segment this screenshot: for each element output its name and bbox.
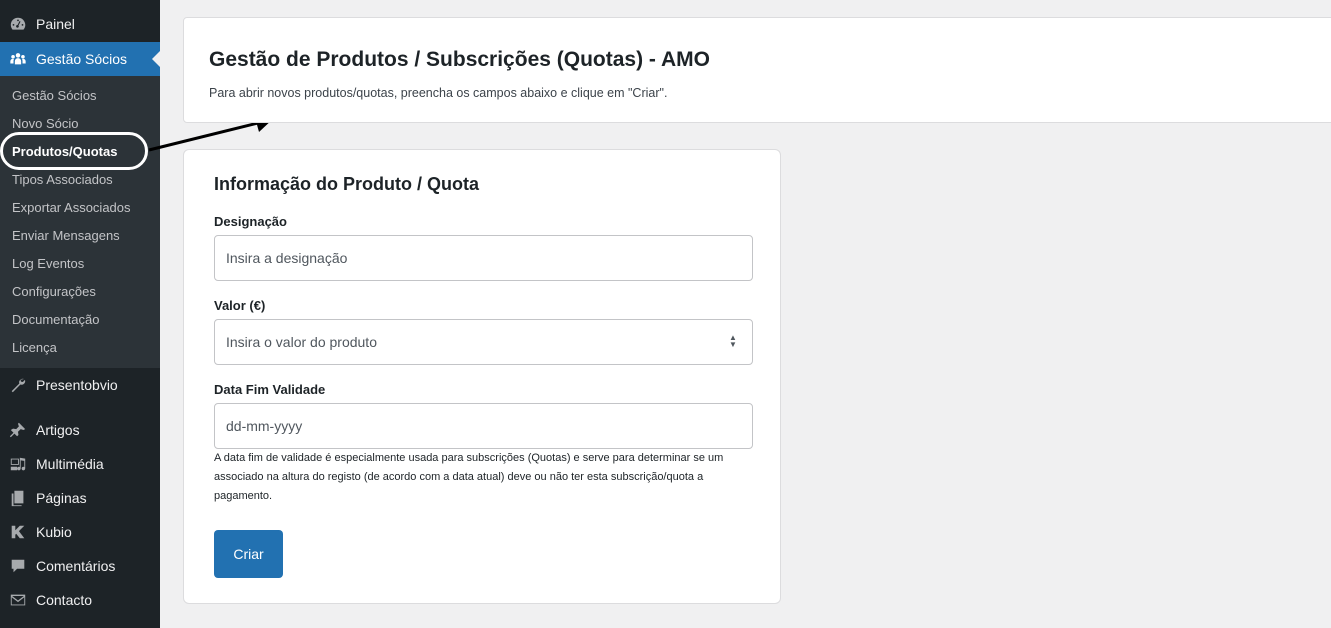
menu-item-label: Comentários xyxy=(36,558,116,574)
dashboard-icon xyxy=(0,15,36,33)
menu-item-gestao-socios[interactable]: Gestão Sócios xyxy=(0,42,160,76)
create-button[interactable]: Criar xyxy=(214,530,283,578)
pages-icon xyxy=(0,489,36,507)
number-spinner-icon[interactable]: ▲ ▼ xyxy=(729,334,737,349)
submenu-gestao-socios: Gestão Sócios Novo Sócio Produtos/Quotas… xyxy=(0,76,160,368)
kubio-icon xyxy=(0,523,36,541)
groups-icon xyxy=(0,50,36,68)
designacao-input[interactable] xyxy=(214,235,753,281)
submenu-item-novo-socio[interactable]: Novo Sócio xyxy=(12,114,78,134)
submenu-item-log-eventos[interactable]: Log Eventos xyxy=(12,254,84,274)
menu-item-label: Contacto xyxy=(36,592,93,608)
menu-item-label: Multimédia xyxy=(36,456,104,472)
submenu-item-tipos-associados[interactable]: Tipos Associados xyxy=(12,170,113,190)
menu-item-label: Painel xyxy=(36,16,75,32)
designacao-label: Designação xyxy=(214,214,287,229)
page-description: Para abrir novos produtos/quotas, preenc… xyxy=(209,86,668,100)
wrench-icon xyxy=(0,376,36,394)
submenu-item-exportar-associados[interactable]: Exportar Associados xyxy=(12,198,131,218)
menu-item-label: Gestão Sócios xyxy=(36,51,128,67)
admin-sidebar: Painel Gestão Sócios Gestão Sócios Novo … xyxy=(0,0,160,628)
page-header-card: Gestão de Produtos / Subscrições (Quotas… xyxy=(183,17,1331,123)
menu-item-label: Kubio xyxy=(36,524,72,540)
valor-field-wrapper: ▲▼ xyxy=(184,319,782,365)
menu-item-contacto[interactable]: Contacto xyxy=(0,583,160,617)
submenu-item-enviar-mensagens[interactable]: Enviar Mensagens xyxy=(12,226,120,246)
form-title: Informação do Produto / Quota xyxy=(214,174,479,194)
menu-item-kubio[interactable]: Kubio xyxy=(0,515,160,549)
product-form-card: Informação do Produto / Quota Designação… xyxy=(183,149,781,604)
menu-item-presentobvio[interactable]: Presentobvio xyxy=(0,368,160,402)
valor-label: Valor (€) xyxy=(214,298,266,313)
data-fim-help-text: A data fim de validade é especialmente u… xyxy=(214,452,724,502)
menu-item-label: Páginas xyxy=(36,490,87,506)
menu-item-label: Artigos xyxy=(36,422,80,438)
submenu-item-documentacao[interactable]: Documentação xyxy=(12,310,99,330)
media-icon xyxy=(0,455,36,473)
comment-icon xyxy=(0,557,36,575)
menu-item-paginas[interactable]: Páginas xyxy=(0,481,160,515)
menu-item-multimedia[interactable]: Multimédia xyxy=(0,447,160,481)
page-title: Gestão de Produtos / Subscrições (Quotas… xyxy=(209,48,710,71)
menu-item-painel[interactable]: Painel xyxy=(0,7,160,41)
submenu-item-licenca[interactable]: Licença xyxy=(12,338,57,358)
menu-item-artigos[interactable]: Artigos xyxy=(0,413,160,447)
submenu-item-gestao-socios[interactable]: Gestão Sócios xyxy=(12,86,97,106)
menu-item-comentarios[interactable]: Comentários xyxy=(0,549,160,583)
valor-input[interactable] xyxy=(214,319,753,365)
submenu-item-configuracoes[interactable]: Configurações xyxy=(12,282,96,302)
data-fim-label: Data Fim Validade xyxy=(214,382,326,397)
submenu-item-produtos-quotas[interactable]: Produtos/Quotas xyxy=(12,142,117,162)
data-fim-input[interactable] xyxy=(214,403,753,449)
pin-icon xyxy=(0,421,36,439)
mail-icon xyxy=(0,591,36,609)
menu-item-label: Presentobvio xyxy=(36,377,118,393)
